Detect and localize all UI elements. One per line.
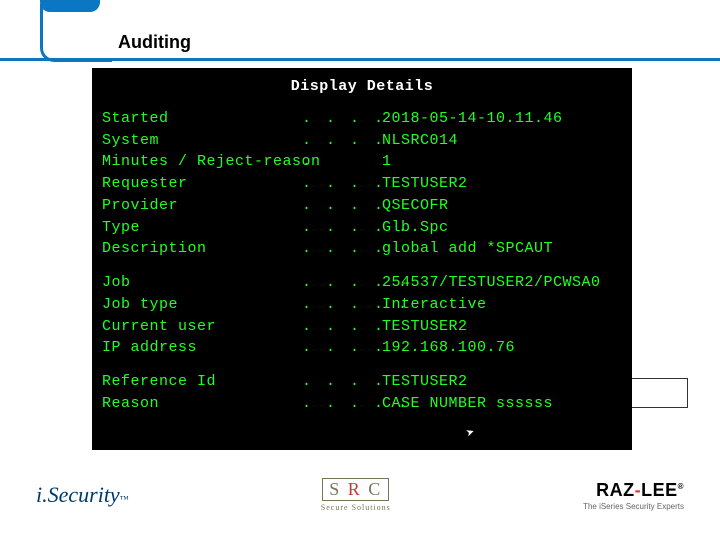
field-label: System	[102, 130, 302, 152]
decoration-corner	[40, 4, 112, 62]
footer: i.Security™ S R C Secure Solutions RAZ-L…	[0, 462, 720, 540]
field-value: Interactive	[382, 294, 622, 316]
dots: . . . .	[302, 195, 382, 217]
field-row: Reference Id. . . .TESTUSER2	[102, 371, 622, 393]
page-title: Auditing	[118, 32, 191, 53]
field-block-2: Job. . . . .254537/TESTUSER2/PCWSA0 Job …	[102, 272, 622, 359]
field-row: Provider. . . .QSECOFR	[102, 195, 622, 217]
field-value: NLSRC014	[382, 130, 622, 152]
dots: . . . . .	[302, 393, 382, 415]
dots: . . . .	[302, 316, 382, 338]
decoration-line	[0, 58, 720, 61]
field-label: Description	[102, 238, 302, 260]
field-label: Reference Id	[102, 371, 302, 393]
logo-razlee-main: RAZ-LEE®	[583, 480, 684, 501]
field-label: Current user	[102, 316, 302, 338]
dots: . . . .	[302, 337, 382, 359]
field-row: Job. . . . .254537/TESTUSER2/PCWSA0	[102, 272, 622, 294]
field-row: Reason. . . . .CASE NUMBER ssssss	[102, 393, 622, 415]
logo-isecurity-text: i.Security	[36, 482, 120, 508]
field-row: System. . . .NLSRC014	[102, 130, 622, 152]
field-value: 1	[382, 151, 622, 173]
terminal-screen: Display Details Started. . . .2018-05-14…	[92, 68, 632, 450]
field-label: Minutes / Reject-reason	[102, 151, 302, 173]
field-label: Requester	[102, 173, 302, 195]
logo-razlee: RAZ-LEE® The iSeries Security Experts	[583, 480, 684, 511]
field-row: IP address. . . .192.168.100.76	[102, 337, 622, 359]
dots: . . . .	[302, 173, 382, 195]
field-block-1: Started. . . .2018-05-14-10.11.46 System…	[102, 108, 622, 260]
cursor-icon: ➤	[464, 423, 479, 445]
field-row: Description. . . .global add *SPCAUT	[102, 238, 622, 260]
field-value: 254537/TESTUSER2/PCWSA0	[382, 272, 622, 294]
field-value: 2018-05-14-10.11.46	[382, 108, 622, 130]
field-label: Reason	[102, 393, 302, 415]
logo-src: S R C Secure Solutions	[321, 478, 391, 512]
field-row: Requester. . . .TESTUSER2	[102, 173, 622, 195]
dots: . . . . .	[302, 272, 382, 294]
title-band: Auditing	[0, 0, 720, 64]
field-block-3: Reference Id. . . .TESTUSER2 Reason. . .…	[102, 371, 622, 415]
field-value: 192.168.100.76	[382, 337, 622, 359]
dots: .	[302, 151, 382, 173]
field-value: TESTUSER2	[382, 316, 622, 338]
field-value: QSECOFR	[382, 195, 622, 217]
dots: . . . .	[302, 371, 382, 393]
logo-isecurity: i.Security™	[36, 482, 129, 508]
field-row: Type. . . . .Glb.Spc	[102, 217, 622, 239]
field-value: TESTUSER2	[382, 173, 622, 195]
field-value: Glb.Spc	[382, 217, 622, 239]
logo-src-main: S R C	[322, 478, 389, 501]
slide: Auditing the Display Details Started. . …	[0, 0, 720, 540]
field-value: global add *SPCAUT	[382, 238, 622, 260]
dots: . . . . .	[302, 294, 382, 316]
field-row: Started. . . .2018-05-14-10.11.46	[102, 108, 622, 130]
field-label: Type	[102, 217, 302, 239]
dots: . . . . .	[302, 217, 382, 239]
dots: . . . .	[302, 238, 382, 260]
field-label: Job type	[102, 294, 302, 316]
field-row: Job type. . . . .Interactive	[102, 294, 622, 316]
dots: . . . .	[302, 108, 382, 130]
field-label: IP address	[102, 337, 302, 359]
dots: . . . .	[302, 130, 382, 152]
trademark-icon: ™	[120, 494, 129, 504]
field-label: Started	[102, 108, 302, 130]
logo-src-sub: Secure Solutions	[321, 503, 391, 512]
field-label: Provider	[102, 195, 302, 217]
logo-razlee-sub: The iSeries Security Experts	[583, 502, 684, 511]
field-value: CASE NUMBER ssssss	[382, 393, 622, 415]
terminal-title: Display Details	[102, 76, 622, 98]
field-row: Current user. . . .TESTUSER2	[102, 316, 622, 338]
field-label: Job	[102, 272, 302, 294]
field-value: TESTUSER2	[382, 371, 622, 393]
field-row: Minutes / Reject-reason.1	[102, 151, 622, 173]
